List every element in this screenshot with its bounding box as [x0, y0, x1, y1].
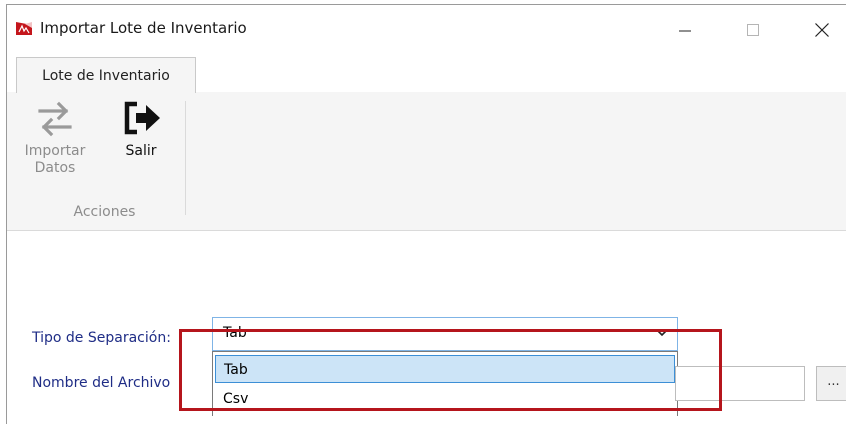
exit-label: Salir [125, 143, 157, 159]
exit-button[interactable]: Salir [111, 99, 171, 160]
maximize-icon [747, 24, 759, 36]
minimize-icon [679, 30, 691, 32]
swap-arrows-icon [38, 101, 72, 137]
filename-label: Nombre del Archivo [32, 375, 171, 391]
app-icon [16, 22, 32, 35]
group-label-acciones: Acciones [73, 204, 136, 220]
exit-icon [124, 101, 160, 135]
close-button[interactable] [799, 12, 845, 48]
highlight-box [179, 329, 722, 411]
minimize-button[interactable] [662, 12, 708, 48]
browse-button[interactable]: ... [816, 366, 846, 401]
import-data-label: Importar Datos [24, 143, 86, 176]
import-window: Importar Lote de Inventario Lote de Inve… [6, 4, 846, 424]
separation-type-label: Tipo de Separación: [32, 330, 171, 346]
maximize-button[interactable] [730, 12, 776, 48]
group-separator [185, 101, 186, 215]
close-icon [815, 23, 829, 37]
import-data-button[interactable]: Importar Datos [21, 99, 89, 177]
tab-lote-de-inventario[interactable]: Lote de Inventario [16, 57, 196, 93]
title-bar[interactable]: Importar Lote de Inventario [7, 5, 846, 49]
window-title: Importar Lote de Inventario [40, 19, 247, 37]
